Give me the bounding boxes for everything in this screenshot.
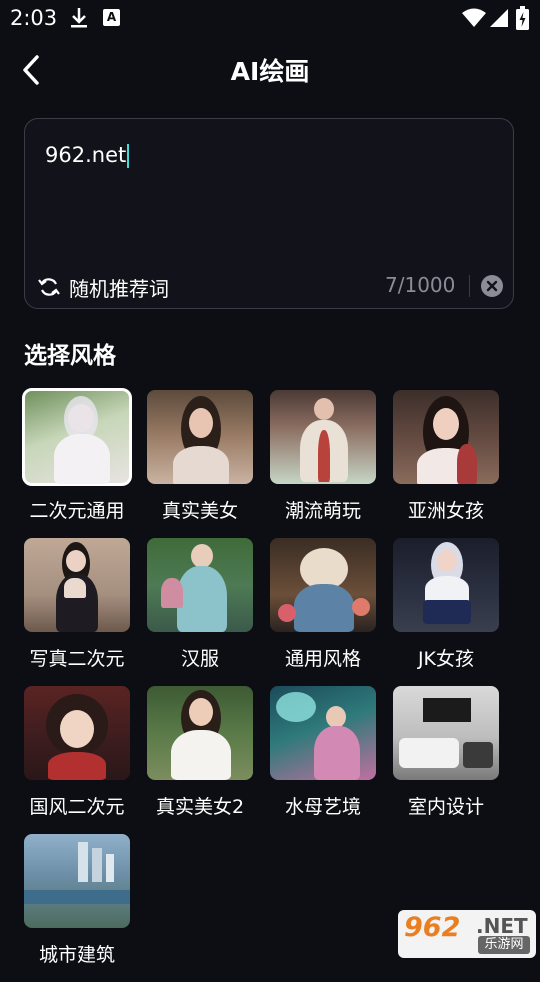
style-thumbnail xyxy=(147,390,253,484)
clear-icon[interactable] xyxy=(481,275,503,297)
style-item-hanfu[interactable]: 汉服 xyxy=(147,538,271,686)
site-watermark-logo: 962 .NET 乐游网 xyxy=(398,910,536,958)
status-bar: 2:03 A xyxy=(0,0,540,36)
style-item-jellyfish-art[interactable]: 水母艺境 xyxy=(270,686,394,834)
notification-badge-icon: A xyxy=(103,9,120,26)
style-thumbnail xyxy=(270,390,376,484)
style-thumbnail xyxy=(22,388,132,486)
style-item-general-style[interactable]: 通用风格 xyxy=(270,538,394,686)
style-item-anime-general[interactable]: 二次元通用 xyxy=(22,388,148,538)
prompt-value: 962.net xyxy=(45,143,127,167)
style-thumbnail xyxy=(147,686,253,780)
signal-icon xyxy=(490,9,508,27)
style-label: 写真二次元 xyxy=(29,648,125,670)
style-label: 水母艺境 xyxy=(284,796,361,818)
style-thumbnail xyxy=(393,538,499,632)
style-label: 真实美女 xyxy=(161,500,238,522)
style-label: JK女孩 xyxy=(417,648,475,670)
style-item-real-beauty[interactable]: 真实美女 xyxy=(147,390,271,538)
text-caret xyxy=(127,144,130,168)
style-label: 亚洲女孩 xyxy=(407,500,484,522)
style-thumbnail xyxy=(24,834,130,928)
random-prompt-button[interactable]: 随机推荐词 xyxy=(37,272,169,302)
download-icon xyxy=(71,8,87,28)
page-title: AI绘画 xyxy=(230,57,310,86)
status-time: 2:03 xyxy=(10,6,58,30)
battery-icon xyxy=(516,6,529,30)
style-thumbnail xyxy=(270,686,376,780)
prompt-input[interactable]: 962.net 随机推荐词 7/1000 xyxy=(24,118,514,309)
header: AI绘画 xyxy=(0,40,540,100)
style-item-guofeng-anime[interactable]: 国风二次元 xyxy=(24,686,148,834)
style-label: 真实美女2 xyxy=(155,796,245,818)
style-label: 潮流萌玩 xyxy=(284,500,361,522)
random-prompt-label: 随机推荐词 xyxy=(69,276,169,301)
style-thumbnail xyxy=(24,538,130,632)
watermark-subtitle: 乐游网 xyxy=(478,936,530,954)
style-thumbnail xyxy=(393,390,499,484)
style-thumbnail xyxy=(270,538,376,632)
style-label: 国风二次元 xyxy=(29,796,125,818)
style-label: 通用风格 xyxy=(284,648,361,670)
watermark-number: 962 xyxy=(404,912,461,943)
style-thumbnail xyxy=(393,686,499,780)
style-item-real-beauty-2[interactable]: 真实美女2 xyxy=(147,686,271,834)
style-item-interior-design[interactable]: 室内设计 xyxy=(393,686,517,834)
refresh-icon xyxy=(38,278,60,296)
style-item-trendy-cute[interactable]: 潮流萌玩 xyxy=(270,390,394,538)
divider xyxy=(469,275,470,297)
style-item-photo-anime[interactable]: 写真二次元 xyxy=(24,538,148,686)
style-thumbnail xyxy=(24,686,130,780)
wifi-icon xyxy=(462,8,486,27)
style-thumbnail xyxy=(147,538,253,632)
style-label: 汉服 xyxy=(180,648,219,670)
style-label: 二次元通用 xyxy=(29,500,125,522)
character-counter: 7/1000 xyxy=(385,273,456,297)
style-label: 室内设计 xyxy=(407,796,484,818)
style-item-jk-girl[interactable]: JK女孩 xyxy=(393,538,517,686)
style-item-asian-girl[interactable]: 亚洲女孩 xyxy=(393,390,517,538)
watermark-suffix: .NET xyxy=(476,914,528,938)
section-title: 选择风格 xyxy=(24,343,116,369)
prompt-text-field[interactable]: 962.net xyxy=(45,143,130,168)
style-label: 城市建筑 xyxy=(38,944,115,966)
